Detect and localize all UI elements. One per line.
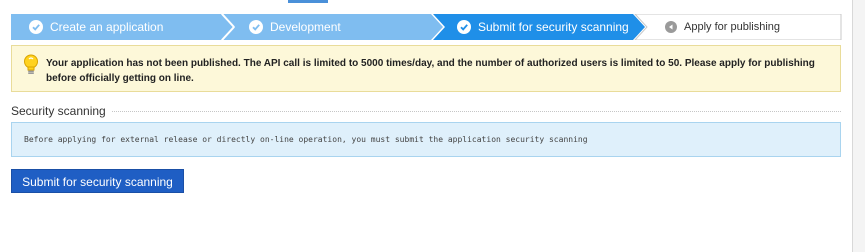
active-tab-indicator xyxy=(288,0,328,3)
security-info-box: Before applying for external release or … xyxy=(11,122,841,157)
check-icon xyxy=(457,20,471,34)
wizard-step-label: Submit for security scanning xyxy=(478,20,629,34)
wizard-step-create[interactable]: Create an application xyxy=(29,14,163,40)
top-bar xyxy=(0,0,865,3)
section-title: Security scanning xyxy=(11,104,112,118)
wizard-step-label: Development xyxy=(270,20,341,34)
arrow-left-icon xyxy=(665,21,677,33)
progress-wizard: Create an application Development Submit… xyxy=(11,14,842,40)
page-edge xyxy=(852,0,865,252)
wizard-step-development[interactable]: Development xyxy=(249,14,341,40)
lightbulb-icon xyxy=(23,54,39,81)
publish-notice: Your application has not been published.… xyxy=(11,45,841,92)
check-icon xyxy=(29,20,43,34)
security-info-text: Before applying for external release or … xyxy=(24,135,588,144)
section-divider xyxy=(100,111,841,112)
wizard-step-security-scanning[interactable]: Submit for security scanning xyxy=(457,14,629,40)
notice-message: Your application has not been published.… xyxy=(46,58,815,84)
submit-security-scanning-button[interactable]: Submit for security scanning xyxy=(11,169,184,193)
wizard-step-publishing[interactable]: Apply for publishing xyxy=(665,14,780,40)
wizard-step-label: Create an application xyxy=(50,20,164,34)
check-icon xyxy=(249,20,263,34)
wizard-step-label: Apply for publishing xyxy=(684,21,781,33)
